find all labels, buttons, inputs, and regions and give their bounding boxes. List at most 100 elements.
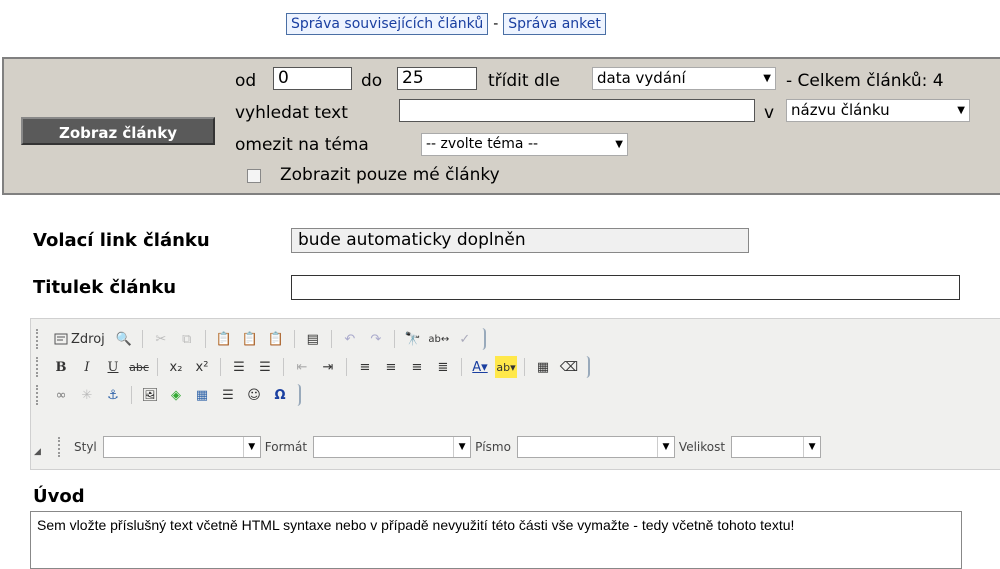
subscript-icon[interactable]: x₂	[165, 356, 187, 378]
toolbar-endcap	[480, 328, 486, 350]
show-articles-button[interactable]: Zobraz články	[21, 117, 215, 145]
spellcheck-icon[interactable]: ✓	[454, 328, 476, 350]
toolbar-endcap	[295, 384, 301, 406]
article-title-label: Titulek článku	[33, 277, 177, 298]
align-right-icon[interactable]: ≡	[406, 356, 428, 378]
flash-icon[interactable]: ◈	[165, 384, 187, 406]
chevron-down-icon: ▼	[453, 437, 470, 457]
toolbar-grip	[36, 329, 42, 349]
replace-icon[interactable]: ab↔	[428, 328, 450, 350]
toolbar-row-2: B I U abc x₂ x² ☰ ☰ ⇤ ⇥ ≡ ≡ ≡ ≣ A▾ ab▾ ▦…	[36, 353, 590, 381]
toolbar-separator	[141, 330, 143, 348]
toolbar-row-1: Zdroj 🔍 ✂ ⧉ 📋 📋 📋 ▤ ↶ ↷ 🔭 ab↔ ✓	[36, 325, 486, 353]
call-link-field: bude automaticky doplněn	[291, 228, 749, 253]
only-mine-checkbox[interactable]	[247, 169, 261, 183]
source-label: Zdroj	[71, 331, 105, 347]
find-icon[interactable]: 🔭	[402, 328, 424, 350]
paste-text-icon[interactable]: 📋	[239, 328, 261, 350]
bg-color-icon[interactable]: ab▾	[495, 356, 517, 378]
superscript-icon[interactable]: x²	[191, 356, 213, 378]
call-link-label: Volací link článku	[33, 230, 210, 251]
format-combo[interactable]: ▼	[313, 436, 472, 458]
show-blocks-icon[interactable]: ▦	[532, 356, 554, 378]
from-input[interactable]: 0	[273, 67, 352, 90]
align-left-icon[interactable]: ≡	[354, 356, 376, 378]
underline-icon[interactable]: U	[102, 356, 124, 378]
style-combo[interactable]: ▼	[102, 436, 261, 458]
from-label: od	[235, 71, 257, 91]
font-combo[interactable]: ▼	[516, 436, 675, 458]
toolbar-row-3: ∞ ✳ ⚓ 🖼 ◈ ▦ ☰ ☺ Ω	[36, 381, 301, 409]
chevron-down-icon: ▼	[803, 437, 820, 457]
chevron-down-icon: ▼	[763, 73, 771, 84]
cut-icon[interactable]: ✂	[150, 328, 172, 350]
toolbar-row-4: Styl ▼ Formát ▼ Písmo ▼ Velikost ▼	[58, 433, 822, 461]
preview-icon[interactable]: 🔍	[113, 328, 135, 350]
collapse-toolbar-icon[interactable]: ◢	[34, 447, 44, 457]
bullet-list-icon[interactable]: ☰	[254, 356, 276, 378]
align-justify-icon[interactable]: ≣	[432, 356, 454, 378]
undo-icon[interactable]: ↶	[339, 328, 361, 350]
chevron-down-icon: ▼	[656, 437, 674, 457]
toolbar-separator	[346, 358, 347, 376]
bold-icon[interactable]: B	[50, 356, 72, 378]
article-title-input[interactable]	[291, 275, 960, 300]
toolbar-separator	[293, 330, 295, 348]
intro-textarea[interactable]: Sem vložte příslušný text včetně HTML sy…	[30, 511, 962, 569]
link-separator: -	[493, 16, 499, 32]
indent-icon[interactable]: ⇥	[317, 356, 339, 378]
font-label: Písmo	[475, 440, 511, 454]
toolbar-separator	[131, 386, 132, 404]
anchor-icon[interactable]: ⚓	[102, 384, 124, 406]
image-icon[interactable]: 🖼	[139, 384, 161, 406]
toolbar-grip	[36, 357, 42, 377]
print-icon[interactable]: ▤	[302, 328, 324, 350]
topic-select-value: -- zvolte téma --	[426, 136, 539, 152]
related-articles-link[interactable]: Správa souvisejících článků	[286, 13, 489, 35]
style-label: Styl	[74, 440, 97, 454]
chevron-down-icon: ▼	[615, 139, 623, 150]
align-center-icon[interactable]: ≡	[380, 356, 402, 378]
source-icon	[54, 333, 68, 345]
size-combo[interactable]: ▼	[731, 436, 822, 458]
sort-select[interactable]: data vydání ▼	[592, 67, 776, 90]
sort-label: třídit dle	[488, 71, 560, 91]
redo-icon[interactable]: ↷	[365, 328, 387, 350]
special-char-icon[interactable]: Ω	[269, 384, 291, 406]
polls-link[interactable]: Správa anket	[503, 13, 606, 35]
remove-format-icon[interactable]: ⌫	[558, 356, 580, 378]
toolbar-separator	[461, 358, 462, 376]
italic-icon[interactable]: I	[76, 356, 98, 378]
toolbar-separator	[204, 330, 206, 348]
outdent-icon[interactable]: ⇤	[291, 356, 313, 378]
unlink-icon[interactable]: ✳	[76, 384, 98, 406]
text-color-icon[interactable]: A▾	[469, 356, 491, 378]
table-icon[interactable]: ▦	[191, 384, 213, 406]
horizontal-rule-icon[interactable]: ☰	[217, 384, 239, 406]
numbered-list-icon[interactable]: ☰	[228, 356, 250, 378]
format-label: Formát	[264, 440, 308, 454]
search-label: vyhledat text	[235, 103, 348, 123]
search-in-label: v	[764, 103, 775, 123]
search-input[interactable]	[399, 99, 755, 122]
paste-icon[interactable]: 📋	[213, 328, 235, 350]
toolbar-separator	[330, 330, 332, 348]
paste-word-icon[interactable]: 📋	[265, 328, 287, 350]
toolbar-separator	[393, 330, 395, 348]
smiley-icon[interactable]: ☺	[243, 384, 265, 406]
toolbar-separator	[157, 358, 158, 376]
topic-label: omezit na téma	[235, 135, 369, 155]
intro-label: Úvod	[33, 486, 85, 507]
toolbar-grip	[36, 385, 42, 405]
link-icon[interactable]: ∞	[50, 384, 72, 406]
size-label: Velikost	[678, 440, 726, 454]
search-field-select[interactable]: názvu článku ▼	[786, 99, 970, 122]
source-button[interactable]: Zdroj	[50, 327, 109, 351]
only-mine-label: Zobrazit pouze mé články	[280, 165, 500, 185]
strike-icon[interactable]: abc	[128, 356, 150, 378]
topic-select[interactable]: -- zvolte téma -- ▼	[421, 133, 628, 156]
to-input[interactable]: 25	[397, 67, 477, 90]
chevron-down-icon: ▼	[957, 105, 965, 116]
copy-icon[interactable]: ⧉	[176, 328, 198, 350]
toolbar-separator	[220, 358, 221, 376]
